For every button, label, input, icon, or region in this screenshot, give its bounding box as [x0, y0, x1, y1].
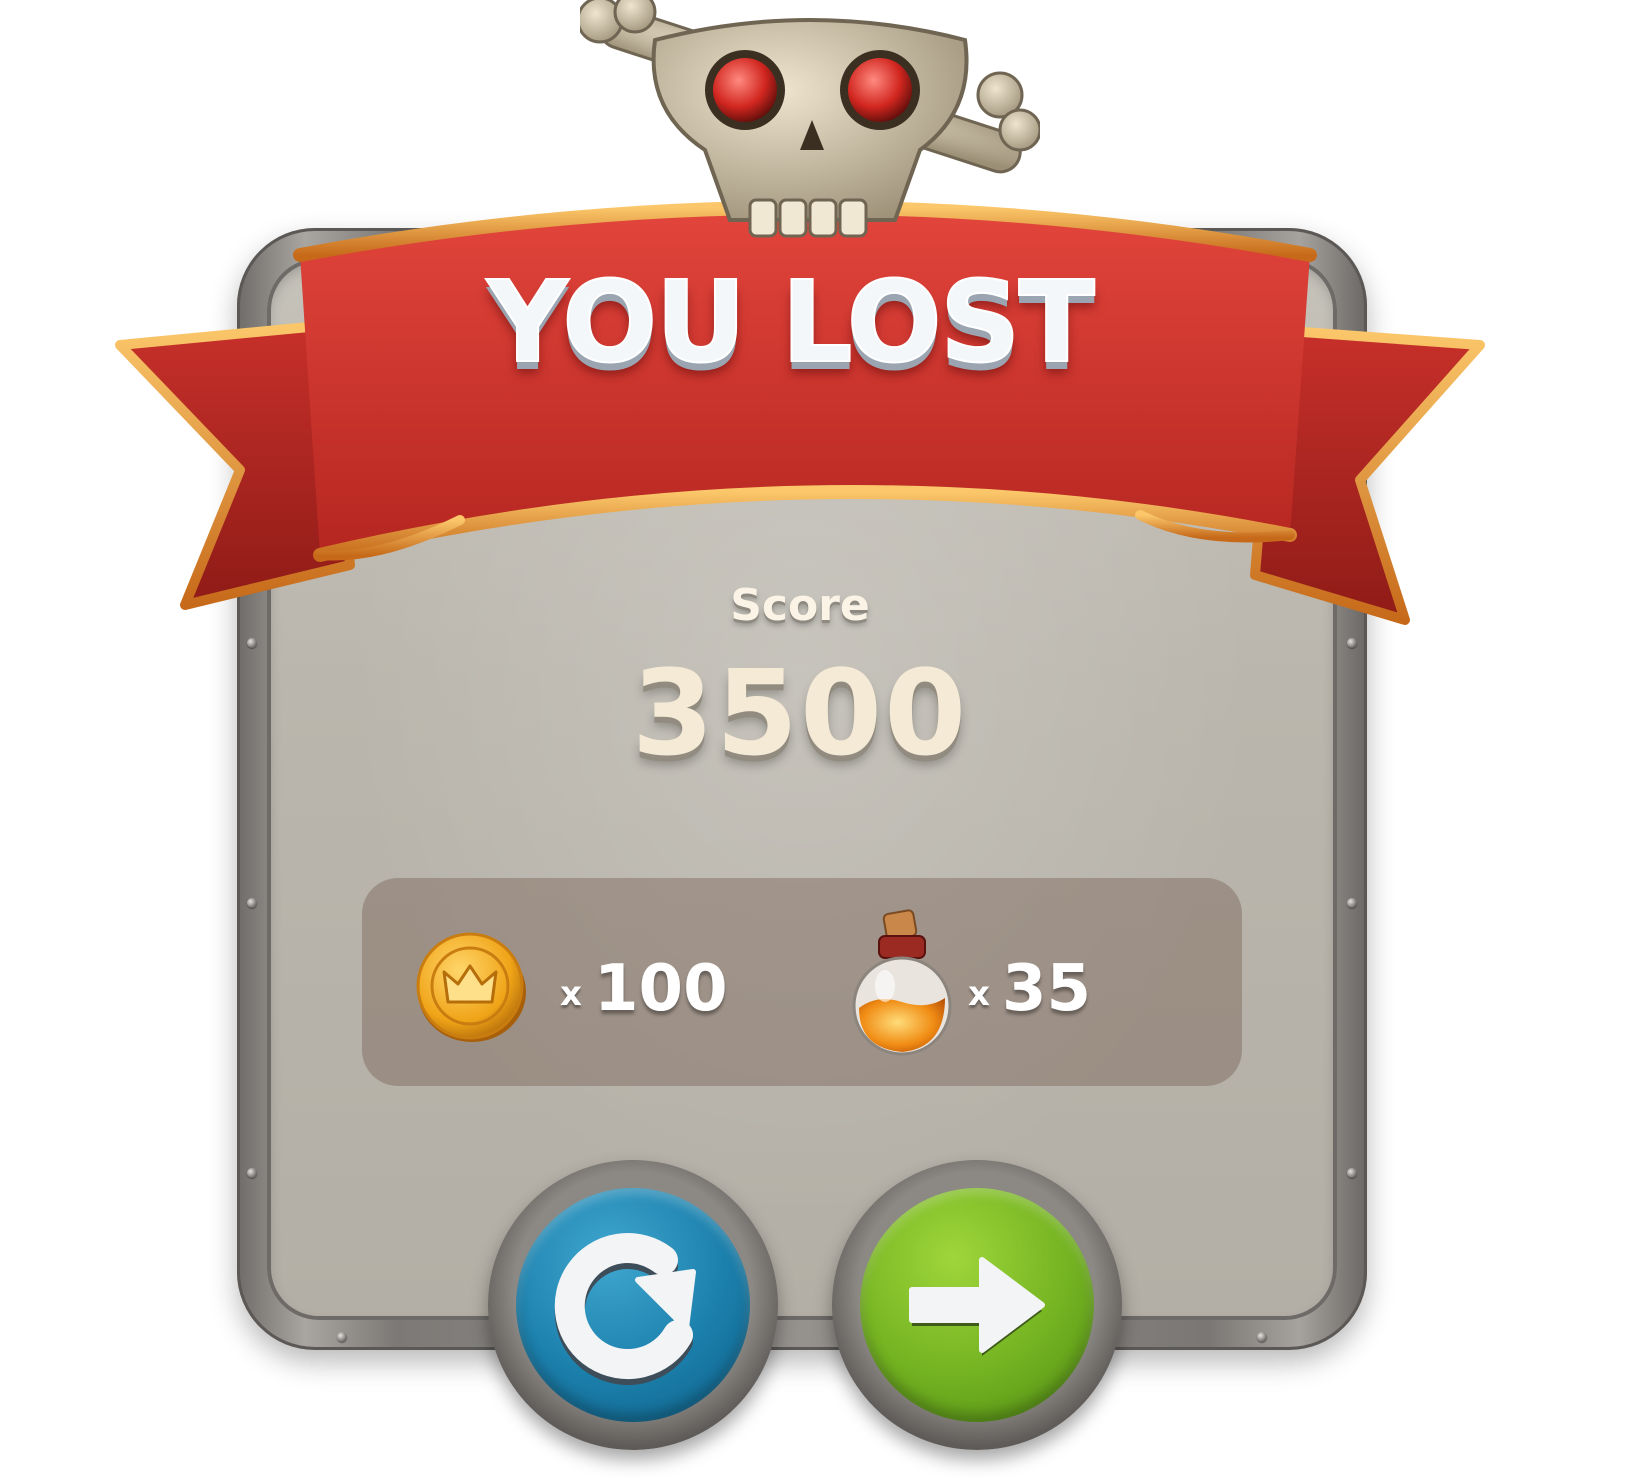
- rivet: [1347, 898, 1357, 908]
- reward-multiplier: x: [560, 974, 582, 1014]
- potion-bottle-icon: [852, 909, 952, 1056]
- skull-icon: [580, 0, 1040, 238]
- rivet: [1347, 1168, 1357, 1178]
- rivet: [1257, 1332, 1267, 1342]
- retry-arrow-icon: [554, 1233, 696, 1386]
- potion-count: 35: [1002, 952, 1092, 1026]
- crown-coin-icon: [416, 932, 526, 1042]
- dialog-title: YOU LOST: [486, 257, 1096, 389]
- retry-button[interactable]: [488, 1160, 778, 1450]
- reward-multiplier: x: [968, 974, 990, 1014]
- rivet: [247, 1168, 257, 1178]
- rewards-panel: x 100 x 35: [362, 878, 1242, 1086]
- score-value: 3500: [631, 644, 969, 782]
- score-label: Score: [730, 580, 870, 631]
- game-over-screen: YOU LOST Score 3500 x 100 x 35: [0, 0, 1632, 1477]
- next-button[interactable]: [832, 1160, 1122, 1450]
- coin-count: 100: [594, 952, 728, 1026]
- rivet: [247, 898, 257, 908]
- right-arrow-icon: [909, 1257, 1045, 1356]
- rivet: [337, 1332, 347, 1342]
